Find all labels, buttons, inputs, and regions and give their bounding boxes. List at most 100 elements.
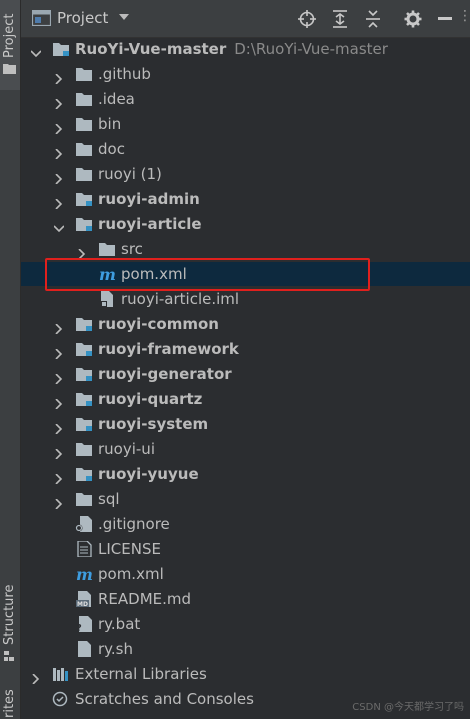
batch-file-icon: ? bbox=[75, 616, 93, 634]
collapse-all-button[interactable] bbox=[363, 9, 383, 29]
expand-arrow-right-icon[interactable] bbox=[31, 669, 41, 685]
folder-icon bbox=[75, 441, 93, 457]
chevron-down-icon[interactable] bbox=[119, 14, 129, 21]
expand-arrow-right-icon[interactable] bbox=[54, 69, 64, 85]
tree-item-text: doc bbox=[98, 140, 125, 158]
module-folder-icon bbox=[75, 316, 93, 332]
folder-bin[interactable]: bin bbox=[21, 112, 470, 136]
module-ruoyi-quartz[interactable]: ruoyi-quartz bbox=[21, 387, 470, 411]
folder-idea[interactable]: .idea bbox=[21, 87, 470, 111]
module-ruoyi-generator[interactable]: ruoyi-generator bbox=[21, 362, 470, 386]
module-ruoyi-admin[interactable]: ruoyi-admin bbox=[21, 187, 470, 211]
file-pom-xml-root[interactable]: m pom.xml bbox=[21, 562, 470, 586]
tree-item-text: ruoyi-article.iml bbox=[121, 290, 239, 308]
project-view-selector[interactable]: Project bbox=[57, 9, 108, 27]
expand-arrow-right-icon[interactable] bbox=[77, 244, 87, 260]
expand-arrow-right-icon[interactable] bbox=[54, 419, 64, 435]
module-ruoyi-system[interactable]: ruoyi-system bbox=[21, 412, 470, 436]
project-root[interactable]: RuoYi-Vue-master D:\RuoYi-Vue-master bbox=[21, 37, 470, 61]
gitignore-icon bbox=[75, 516, 93, 532]
expand-arrow-right-icon[interactable] bbox=[54, 394, 64, 410]
project-tab-label: Project bbox=[2, 13, 17, 58]
module-ruoyi-framework[interactable]: ruoyi-framework bbox=[21, 337, 470, 361]
tree-item-text: ruoyi-admin bbox=[98, 190, 200, 208]
tree-item-label: src bbox=[121, 240, 143, 258]
tree-item-label: ruoyi-system bbox=[98, 415, 209, 433]
structure-icon bbox=[4, 651, 14, 661]
structure-tool-tab[interactable]: Structure bbox=[0, 585, 20, 670]
hide-panel-button[interactable] bbox=[435, 9, 455, 29]
tree-item-label: ruoyi-quartz bbox=[98, 390, 203, 408]
folder-icon bbox=[75, 491, 93, 507]
scratch-icon bbox=[52, 691, 70, 707]
tree-item-text: ry.sh bbox=[98, 640, 133, 658]
crosshair-icon bbox=[298, 10, 316, 28]
structure-tab-label: Structure bbox=[2, 585, 17, 645]
tree-item-label: External Libraries bbox=[75, 665, 207, 683]
folder-ruoyi-1[interactable]: ruoyi (1) bbox=[21, 162, 470, 186]
tree-item-label: ruoyi-yuyue bbox=[98, 465, 199, 483]
folder-icon bbox=[98, 241, 116, 257]
tree-item-text: Scratches and Consoles bbox=[75, 690, 254, 708]
folder-github[interactable]: .github bbox=[21, 62, 470, 86]
expand-arrow-right-icon[interactable] bbox=[54, 494, 64, 510]
expand-arrow-right-icon[interactable] bbox=[54, 344, 64, 360]
expand-arrow-down-icon[interactable] bbox=[30, 44, 42, 58]
expand-arrow-right-icon[interactable] bbox=[54, 444, 64, 460]
tree-item-label: ruoyi-article.iml bbox=[121, 290, 240, 308]
expand-arrow-right-icon[interactable] bbox=[54, 169, 64, 185]
external-libraries[interactable]: External Libraries bbox=[21, 662, 470, 686]
folder-icon bbox=[3, 64, 16, 74]
tree-item-text: ruoyi-system bbox=[98, 415, 208, 433]
tree-item-text: ruoyi-generator bbox=[98, 365, 232, 383]
file-ry-bat[interactable]: ? ry.bat bbox=[21, 612, 470, 636]
maven-icon: m bbox=[75, 565, 93, 584]
expand-arrow-right-icon[interactable] bbox=[54, 119, 64, 135]
locate-file-button[interactable] bbox=[297, 9, 317, 29]
project-tree[interactable]: RuoYi-Vue-master D:\RuoYi-Vue-master .gith… bbox=[21, 37, 470, 719]
tree-item-text: bin bbox=[98, 115, 121, 133]
expand-arrow-right-icon[interactable] bbox=[54, 94, 64, 110]
red-highlight-annotation bbox=[45, 258, 370, 291]
shell-file-icon bbox=[75, 641, 93, 657]
folder-sql[interactable]: sql bbox=[21, 487, 470, 511]
tree-item-label: .idea bbox=[98, 90, 135, 108]
expand-all-button[interactable] bbox=[330, 9, 350, 29]
tree-item-text: pom.xml bbox=[98, 565, 164, 583]
file-license[interactable]: LICENSE bbox=[21, 537, 470, 561]
markdown-icon: MD bbox=[75, 591, 93, 608]
module-folder-icon bbox=[52, 41, 70, 57]
expand-arrow-down-icon[interactable] bbox=[53, 219, 65, 233]
tree-item-text: LICENSE bbox=[98, 540, 161, 558]
favorites-tab-label: rites bbox=[2, 690, 17, 718]
module-folder-icon bbox=[75, 191, 93, 207]
file-ry-sh[interactable]: ry.sh bbox=[21, 637, 470, 661]
tree-item-label: .github bbox=[98, 65, 151, 83]
module-folder-icon bbox=[75, 366, 93, 382]
module-ruoyi-article[interactable]: ruoyi-article bbox=[21, 212, 470, 236]
module-ruoyi-common[interactable]: ruoyi-common bbox=[21, 312, 470, 336]
expand-arrow-right-icon[interactable] bbox=[54, 369, 64, 385]
tree-item-text: ruoyi-framework bbox=[98, 340, 239, 358]
file-gitignore[interactable]: .gitignore bbox=[21, 512, 470, 536]
tree-item-text: .github bbox=[98, 65, 151, 83]
expand-arrow-right-icon[interactable] bbox=[54, 144, 64, 160]
settings-button[interactable] bbox=[403, 9, 423, 29]
svg-text:?: ? bbox=[76, 623, 82, 632]
folder-icon bbox=[75, 116, 93, 132]
expand-arrow-right-icon[interactable] bbox=[54, 469, 64, 485]
folder-doc[interactable]: doc bbox=[21, 137, 470, 161]
tree-item-label: sql bbox=[98, 490, 120, 508]
file-readme-md[interactable]: MD README.md bbox=[21, 587, 470, 611]
project-path: D:\RuoYi-Vue-master bbox=[234, 40, 388, 58]
tree-item-text: RuoYi-Vue-master D:\RuoYi-Vue-master bbox=[75, 40, 388, 58]
favorites-tool-tab[interactable]: rites bbox=[0, 690, 20, 719]
expand-arrow-right-icon[interactable] bbox=[54, 194, 64, 210]
project-tool-tab[interactable]: Project bbox=[0, 0, 20, 90]
module-ruoyi-yuyue[interactable]: ruoyi-yuyue bbox=[21, 462, 470, 486]
expand-arrow-right-icon[interactable] bbox=[54, 319, 64, 335]
tree-item-text: ruoyi (1) bbox=[98, 165, 162, 183]
folder-ruoyi-ui[interactable]: ruoyi-ui bbox=[21, 437, 470, 461]
tree-item-label: ruoyi-article bbox=[98, 215, 202, 233]
project-window-icon bbox=[32, 10, 51, 26]
